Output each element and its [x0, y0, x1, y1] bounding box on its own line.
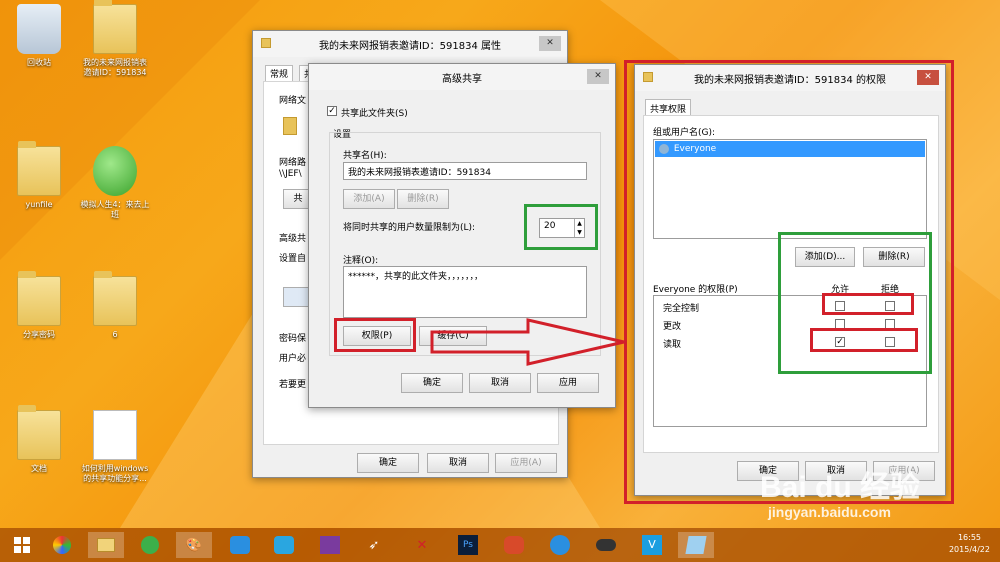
qt-icon — [550, 535, 570, 555]
desktop-icon-6[interactable]: 6 — [80, 271, 150, 340]
desktop-icon-share-password[interactable]: 分享密码 — [4, 271, 74, 340]
system-tray[interactable]: 16:55 2015/4/22 — [949, 532, 990, 556]
remove-share-button[interactable]: 删除(R) — [397, 189, 449, 209]
cancel-button[interactable]: 取消 — [427, 453, 489, 473]
close-icon[interactable]: ✕ — [539, 36, 561, 51]
desktop-icon-label: 我的未来网报销表邀请ID：591834 — [83, 58, 147, 77]
permissions-button-highlight — [334, 318, 416, 352]
clock-date: 2015/4/22 — [948, 545, 990, 554]
file-explorer-icon — [97, 538, 115, 552]
label-advanced-sharing: 高级共 — [279, 234, 307, 244]
folder-icon — [17, 271, 61, 326]
binoculars-icon — [596, 539, 616, 551]
add-share-button[interactable]: 添加(A) — [343, 189, 395, 209]
taskbar-app-qt[interactable] — [542, 532, 578, 558]
ok-button[interactable]: 确定 — [401, 373, 463, 393]
comment-field[interactable]: ******，共享的此文件夹，，，，，，， — [343, 266, 587, 318]
folder-icon — [261, 38, 271, 48]
desktop-icon-yunfile[interactable]: yunfile — [4, 141, 74, 210]
link-app-icon — [274, 536, 294, 554]
folder-icon — [17, 141, 61, 196]
taskbar: 🎨 ➶ ✕ Ps V 16:55 2015/4/22 — [0, 528, 1000, 562]
share-folder-checkbox[interactable]: ✓ — [327, 106, 337, 116]
green-circle-icon — [141, 536, 159, 554]
desktop-icon-label: 回收站 — [27, 58, 51, 67]
baidu-watermark-url: jingyan.baidu.com — [768, 504, 891, 520]
share-folder-label: 共享此文件夹(S) — [341, 109, 408, 119]
desktop-icon-label: 6 — [112, 330, 118, 339]
red-arrow-icon — [430, 318, 625, 366]
label-to-change: 若要更 — [279, 380, 307, 390]
taskbar-app-link[interactable] — [266, 532, 302, 558]
user-limit-highlight — [524, 204, 598, 250]
palette-icon: 🎨 — [185, 537, 203, 553]
apply-button[interactable]: 应用(A) — [495, 453, 557, 473]
desktop-icon-label: yunfile — [25, 200, 53, 209]
taskbar-app-paint[interactable]: 🎨 — [176, 532, 212, 558]
desktop-icon-recycle-bin[interactable]: 回收站 — [4, 4, 74, 68]
close-icon[interactable]: ✕ — [587, 69, 609, 84]
bird-icon: ➶ — [368, 537, 380, 553]
share-name-label: 共享名(H): — [343, 151, 387, 161]
books-icon — [320, 536, 340, 554]
v-app-icon: V — [642, 535, 662, 555]
taskbar-app-bird[interactable]: ➶ — [356, 532, 392, 558]
red-app-icon — [504, 536, 524, 554]
taskbar-app-x[interactable]: ✕ — [404, 532, 440, 558]
window-title: 高级共享 — [442, 73, 482, 85]
label-network-path-value: \\JEF\ — [279, 169, 302, 179]
folder-icon — [93, 0, 137, 54]
notes-icon — [685, 536, 707, 554]
share-name-field[interactable]: 我的未来网报销表邀请ID：591834 — [343, 162, 587, 180]
taskbar-app-binoculars[interactable] — [588, 532, 624, 558]
window-title: 我的未来网报销表邀请ID：591834 属性 — [318, 40, 501, 52]
folder-icon — [93, 271, 137, 326]
document-icon — [93, 410, 137, 460]
full-control-highlight — [822, 293, 914, 315]
taskbar-app-cloud[interactable] — [222, 532, 258, 558]
clock-time: 16:55 — [957, 533, 982, 542]
red-x-icon: ✕ — [416, 537, 428, 553]
taskbar-app-green[interactable] — [132, 532, 168, 558]
taskbar-app-books[interactable] — [312, 532, 348, 558]
desktop-icon-sims4[interactable]: 模拟人生4：来去上班 — [80, 146, 150, 220]
desktop-icon-folder-reimbursement[interactable]: 我的未来网报销表邀请ID：591834 — [80, 0, 150, 78]
label-password-protection: 密码保 — [279, 334, 307, 344]
photoshop-icon: Ps — [458, 535, 478, 555]
taskbar-app-red[interactable] — [496, 532, 532, 558]
folder-icon — [17, 405, 61, 460]
colorful-app-icon — [53, 536, 71, 554]
cancel-button[interactable]: 取消 — [469, 373, 531, 393]
taskbar-app-colorful[interactable] — [44, 532, 80, 558]
desktop-icon-label: 文档 — [31, 464, 47, 473]
baidu-watermark: Bai du 经验 — [760, 471, 921, 504]
sims-diamond-icon — [93, 146, 137, 196]
label-user-must: 用户必 — [279, 354, 307, 364]
recycle-bin-icon — [17, 4, 61, 54]
read-permission-highlight — [810, 328, 918, 352]
ok-button[interactable]: 确定 — [357, 453, 419, 473]
label-settings: 设置自 — [279, 254, 307, 264]
taskbar-app-v[interactable]: V — [634, 532, 670, 558]
tab-general[interactable]: 常规 — [265, 65, 294, 82]
desktop-icon-documents[interactable]: 文档 — [4, 405, 74, 474]
user-limit-label: 将同时共享的用户数量限制为(L): — [343, 223, 476, 233]
properties-titlebar: 我的未来网报销表邀请ID：591834 属性 ✕ — [253, 31, 567, 57]
desktop-icon-label: 模拟人生4：来去上班 — [80, 200, 150, 219]
folder-icon — [283, 117, 297, 135]
taskbar-file-explorer[interactable] — [88, 532, 124, 558]
taskbar-app-photoshop[interactable]: Ps — [450, 532, 486, 558]
label-network-path: 网络路 — [279, 158, 307, 168]
desktop-icon-label: 分享密码 — [23, 330, 55, 339]
advanced-sharing-titlebar: 高级共享 ✕ — [309, 64, 615, 90]
comment-label: 注释(O): — [343, 256, 379, 266]
taskbar-app-notes[interactable] — [678, 532, 714, 558]
start-button[interactable] — [4, 532, 40, 558]
label-network-file: 网络文 — [279, 96, 307, 106]
cloud-icon — [230, 536, 250, 554]
apply-button[interactable]: 应用 — [537, 373, 599, 393]
windows-logo-icon — [14, 537, 30, 553]
desktop-icon-howto-doc[interactable]: 如何利用windows的共享功能分享... — [80, 410, 150, 484]
desktop-icon-label: 如何利用windows的共享功能分享... — [81, 464, 149, 483]
